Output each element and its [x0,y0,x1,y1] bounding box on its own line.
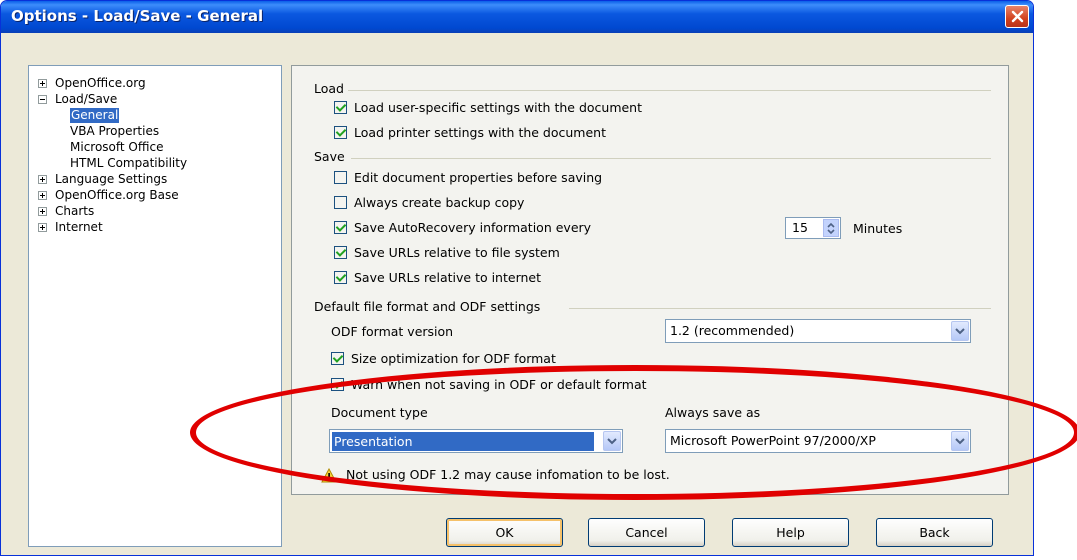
warning-icon [321,468,337,483]
checkbox[interactable] [334,271,347,284]
checkbox[interactable] [331,378,344,391]
option-label: Save URLs relative to file system [354,245,560,260]
option-label: Save AutoRecovery information every [354,220,592,235]
spinner-value: 15 [792,220,808,235]
tree-item-label: OpenOffice.org [55,76,146,90]
checkbox[interactable] [334,126,347,139]
document-type-select[interactable]: Presentation [329,429,623,453]
spin-buttons[interactable] [823,219,839,237]
checkbox[interactable] [331,352,344,365]
select-value: Presentation [332,432,594,451]
tree-item-label: Language Settings [55,172,168,186]
checkbox[interactable] [334,196,347,209]
checkbox[interactable] [334,221,347,234]
tree-item-label: Internet [55,220,103,234]
option-label: Edit document properties before saving [354,170,603,185]
chevron-down-icon [955,438,965,445]
save-divider [351,158,991,159]
tree-item-label: HTML Compatibility [70,156,188,170]
tree-item-label: VBA Properties [70,124,160,138]
dialog-title: Options - Load/Save - General [11,7,264,25]
back-button[interactable]: Back [876,518,993,547]
chevron-down-icon [955,328,965,335]
option-label: Load user-specific settings with the doc… [354,100,643,115]
close-button[interactable] [1005,5,1029,28]
option-label: Save URLs relative to internet [354,270,542,285]
option-label: Always create backup copy [354,195,525,210]
cancel-button[interactable]: Cancel [588,518,705,547]
spin-arrows-icon [827,222,835,235]
tree-item-label: Microsoft Office [70,140,164,154]
load-section-title: Load [314,81,344,96]
dropdown-button[interactable] [951,321,969,341]
dropdown-button[interactable] [603,431,621,451]
checkbox[interactable] [334,101,347,114]
format-divider [569,308,991,309]
close-icon [1011,10,1024,23]
odf-version-label: ODF format version [331,324,454,339]
tree-item-label: Charts [55,204,95,218]
expand-icon[interactable] [38,191,47,200]
options-dialog: Options - Load/Save - General OpenOffice… [0,0,1034,556]
load-divider [348,90,991,91]
expand-icon[interactable] [38,175,47,184]
option-label: Size optimization for ODF format [351,351,556,366]
always-save-as-select[interactable]: Microsoft PowerPoint 97/2000/XP [665,429,971,453]
select-value: 1.2 (recommended) [670,323,795,338]
always-save-as-label: Always save as [665,405,761,420]
document-type-label: Document type [331,405,428,420]
title-bar[interactable]: Options - Load/Save - General [1,1,1033,33]
format-section-title: Default file format and ODF settings [314,299,541,314]
save-section-title: Save [314,149,345,164]
expand-icon[interactable] [38,207,47,216]
tree-item-label: OpenOffice.org Base [55,188,179,202]
collapse-icon[interactable] [38,95,47,104]
option-label: Load printer settings with the document [354,125,607,140]
odf-warning-message: Not using ODF 1.2 may cause infomation t… [346,467,670,482]
checkbox[interactable] [334,246,347,259]
dropdown-button[interactable] [951,431,969,451]
checkbox[interactable] [334,171,347,184]
ok-button[interactable]: OK [446,518,563,547]
tree-item-label: Load/Save [55,92,118,106]
odf-version-select[interactable]: 1.2 (recommended) [665,319,971,343]
option-label: Warn when not saving in ODF or default f… [351,377,647,392]
options-tree[interactable]: OpenOffice.org Load/Save General VBA Proper… [28,65,282,547]
select-value: Microsoft PowerPoint 97/2000/XP [670,433,876,448]
help-button[interactable]: Help [732,518,849,547]
tree-item-label: General [70,108,120,123]
chevron-down-icon [607,438,617,445]
minutes-label: Minutes [853,221,903,236]
autorecovery-minutes-spinner[interactable]: 15 [785,217,841,239]
expand-icon[interactable] [38,223,47,232]
expand-icon[interactable] [38,79,47,88]
